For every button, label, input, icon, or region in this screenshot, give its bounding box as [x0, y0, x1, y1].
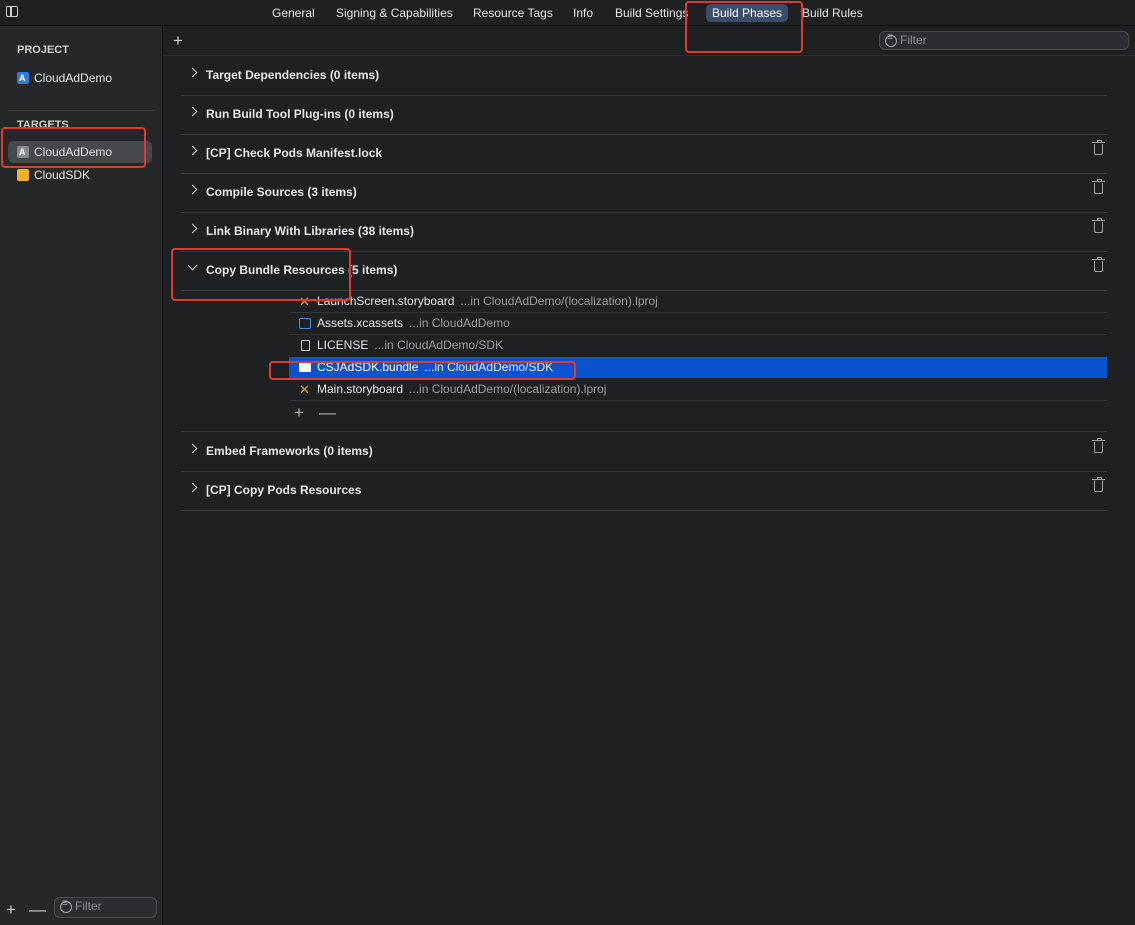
phase-filter-input[interactable]: Filter	[879, 31, 1129, 50]
folder-icon	[299, 363, 311, 372]
row-divider	[289, 400, 1107, 401]
app-target-icon	[17, 141, 29, 163]
file-name: Assets.xcassets	[317, 316, 404, 330]
trash-icon[interactable]	[1092, 179, 1105, 194]
filter-placeholder: Filter	[75, 899, 102, 913]
chevron-right-icon[interactable]	[187, 223, 198, 234]
trash-icon[interactable]	[1092, 257, 1105, 272]
phase-title: [CP] Copy Pods Resources	[206, 483, 362, 497]
phase-copy-pods-resources[interactable]: [CP] Copy Pods Resources	[181, 471, 1107, 511]
sidebar-item-target-cloudaddemo[interactable]: CloudAdDemo	[8, 141, 152, 163]
phase-title: Target Dependencies (0 items)	[206, 68, 380, 82]
add-resource-button[interactable]: +	[294, 404, 304, 421]
file-path: ...in CloudAdDemo/(localization).lproj	[460, 294, 658, 308]
phase-title: Compile Sources (3 items)	[206, 185, 357, 199]
file-name: Main.storyboard	[317, 382, 404, 396]
tab-build-phases[interactable]: Build Phases	[706, 4, 789, 22]
list-item-selected[interactable]: CSJAdSDK.bundle ...in CloudAdDemo/SDK	[289, 357, 1107, 378]
remove-resource-button[interactable]: —	[319, 404, 336, 421]
sidebar-item-label: CloudAdDemo	[34, 145, 113, 159]
editor-tab-bar: General Signing & Capabilities Resource …	[0, 0, 1135, 26]
chevron-right-icon[interactable]	[187, 443, 198, 454]
copy-bundle-resources-list: ✕ LaunchScreen.storyboard ...in CloudAdDe…	[181, 291, 1107, 432]
phase-link-binary[interactable]: Link Binary With Libraries (38 items)	[181, 212, 1107, 252]
project-navigator-sidebar: PROJECT CloudAdDemo TARGETS CloudAdDemo …	[0, 26, 163, 925]
trash-icon[interactable]	[1092, 140, 1105, 155]
sidebar-toggle-icon[interactable]	[6, 6, 18, 17]
file-name: CSJAdSDK.bundle	[317, 360, 419, 374]
file-name: LaunchScreen.storyboard	[317, 294, 455, 308]
project-heading: PROJECT	[17, 44, 69, 56]
tab-info[interactable]: Info	[573, 4, 593, 22]
list-item[interactable]: ✕ Main.storyboard ...in CloudAdDemo/(loca…	[289, 379, 1107, 400]
filter-placeholder: Filter	[900, 33, 927, 47]
filter-icon	[60, 898, 72, 913]
list-item[interactable]: LICENSE ...in CloudAdDemo/SDK	[289, 335, 1107, 356]
tab-resource-tags[interactable]: Resource Tags	[473, 4, 553, 22]
phase-title: Link Binary With Libraries (38 items)	[206, 224, 414, 238]
sidebar-item-target-cloudsdk[interactable]: CloudSDK	[8, 164, 152, 186]
document-icon	[301, 340, 310, 351]
assets-icon	[299, 318, 311, 329]
filter-icon	[885, 32, 897, 47]
file-path: ...in CloudAdDemo/SDK	[424, 360, 554, 374]
chevron-right-icon[interactable]	[187, 106, 198, 117]
sidebar-filter-input[interactable]: Filter	[54, 897, 157, 918]
remove-target-button[interactable]: —	[29, 901, 46, 918]
sidebar-item-label: CloudSDK	[34, 168, 91, 182]
chevron-right-icon[interactable]	[187, 184, 198, 195]
trash-icon[interactable]	[1092, 477, 1105, 492]
sidebar-bottom-bar: + — Filter	[0, 895, 162, 925]
chevron-right-icon[interactable]	[187, 145, 198, 156]
add-build-phase-button[interactable]: +	[173, 32, 183, 49]
chevron-right-icon[interactable]	[187, 67, 198, 78]
trash-icon[interactable]	[1092, 218, 1105, 233]
list-item[interactable]: ✕ LaunchScreen.storyboard ...in CloudAdDe…	[289, 291, 1107, 312]
phase-compile-sources[interactable]: Compile Sources (3 items)	[181, 173, 1107, 213]
tab-build-rules[interactable]: Build Rules	[802, 4, 863, 22]
phase-title: [CP] Check Pods Manifest.lock	[206, 146, 383, 160]
phase-copy-bundle-resources[interactable]: Copy Bundle Resources (5 items)	[181, 251, 1107, 291]
phase-target-dependencies[interactable]: Target Dependencies (0 items)	[181, 56, 1107, 96]
targets-heading: TARGETS	[17, 119, 69, 131]
sidebar-item-label: CloudAdDemo	[34, 71, 113, 85]
project-icon	[17, 67, 29, 89]
phase-embed-frameworks[interactable]: Embed Frameworks (0 items)	[181, 432, 1107, 472]
tab-general[interactable]: General	[272, 4, 315, 22]
storyboard-icon: ✕	[299, 294, 310, 309]
file-path: ...in CloudAdDemo/(localization).lproj	[409, 382, 607, 396]
file-path: ...in CloudAdDemo	[409, 316, 510, 330]
phase-title: Run Build Tool Plug-ins (0 items)	[206, 107, 394, 121]
add-target-button[interactable]: +	[6, 901, 16, 918]
chevron-down-icon[interactable]	[187, 260, 198, 271]
framework-icon	[17, 169, 29, 181]
chevron-right-icon[interactable]	[187, 482, 198, 493]
tab-build-settings[interactable]: Build Settings	[615, 4, 688, 22]
storyboard-icon: ✕	[299, 382, 310, 397]
trash-icon[interactable]	[1092, 438, 1105, 453]
phase-run-build-tool-plugins[interactable]: Run Build Tool Plug-ins (0 items)	[181, 95, 1107, 135]
list-item[interactable]: Assets.xcassets ...in CloudAdDemo	[289, 313, 1107, 334]
file-path: ...in CloudAdDemo/SDK	[374, 338, 504, 352]
phase-check-pods-manifest[interactable]: [CP] Check Pods Manifest.lock	[181, 134, 1107, 174]
build-phases-editor: + Filter Target Dependencies (0 items) R…	[163, 26, 1135, 925]
phase-title: Copy Bundle Resources (5 items)	[206, 263, 398, 277]
sidebar-item-project[interactable]: CloudAdDemo	[8, 67, 152, 89]
tab-signing-capabilities[interactable]: Signing & Capabilities	[336, 4, 453, 22]
phase-title: Embed Frameworks (0 items)	[206, 444, 373, 458]
file-name: LICENSE	[317, 338, 369, 352]
sidebar-divider	[8, 110, 154, 111]
